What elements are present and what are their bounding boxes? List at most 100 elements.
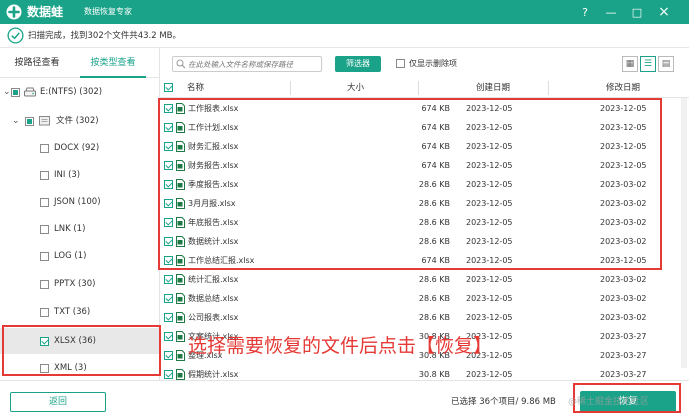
annotation-box-xlsx bbox=[2, 325, 161, 376]
close-button[interactable]: × bbox=[655, 3, 673, 21]
type-checkbox[interactable] bbox=[40, 280, 49, 289]
type-label: TXT (36) bbox=[54, 307, 91, 317]
cell-modified: 2023-03-27 bbox=[600, 332, 647, 341]
maximize-icon: □ bbox=[631, 5, 643, 19]
back-button[interactable]: 返回 bbox=[10, 392, 106, 412]
xlsx-file-icon bbox=[176, 369, 185, 380]
view-tabs: 按路径查看 按类型查看 bbox=[0, 48, 160, 78]
cell-created: 2023-12-05 bbox=[466, 275, 513, 284]
search-icon bbox=[176, 59, 186, 69]
xlsx-file-icon bbox=[176, 331, 185, 342]
row-checkbox[interactable] bbox=[164, 351, 173, 360]
selection-info: 已选择 36个项目/ 9.86 MB bbox=[451, 397, 556, 407]
xlsx-file-icon bbox=[176, 293, 185, 304]
cell-name: 数据总结.xlsx bbox=[188, 294, 239, 303]
type-checkbox[interactable] bbox=[40, 198, 49, 207]
chevron-down-icon[interactable]: ⌄ bbox=[3, 86, 11, 98]
search-input[interactable] bbox=[188, 57, 318, 71]
watermark: @稀土掘金技术社区 bbox=[568, 397, 650, 407]
cell-name: 假期统计.xlsx bbox=[188, 370, 239, 379]
tree-type-lnk[interactable]: LNK (1) bbox=[0, 217, 159, 241]
scan-complete-icon bbox=[7, 27, 24, 44]
type-label: INI (3) bbox=[54, 170, 81, 180]
scan-status-text: 扫描完成，找到302个文件共43.2 MB。 bbox=[28, 31, 182, 41]
cell-modified: 2023-03-27 bbox=[600, 351, 647, 360]
only-deleted-checkbox[interactable] bbox=[396, 59, 405, 68]
grid-icon: ▦ bbox=[625, 59, 635, 69]
annotation-box-files bbox=[158, 98, 662, 270]
type-label: JSON (100) bbox=[54, 197, 101, 207]
type-label: LNK (1) bbox=[54, 224, 86, 234]
tree-type-log[interactable]: LOG (1) bbox=[0, 244, 159, 268]
table-header: 名称 大小 创建日期 修改日期 bbox=[160, 78, 689, 98]
chevron-down-icon[interactable]: ⌄ bbox=[12, 115, 20, 127]
app-name: 数据蛙 bbox=[27, 5, 64, 19]
header-size[interactable]: 大小 bbox=[347, 82, 364, 94]
app-logo-icon bbox=[6, 4, 22, 20]
type-checkbox[interactable] bbox=[40, 252, 49, 261]
header-divider bbox=[548, 81, 549, 95]
tree-type-txt[interactable]: TXT (36) bbox=[0, 300, 159, 324]
row-checkbox[interactable] bbox=[164, 275, 173, 284]
xlsx-file-icon bbox=[176, 350, 185, 361]
only-deleted-label: 仅显示删除项 bbox=[409, 59, 457, 68]
maximize-button[interactable]: □ bbox=[628, 3, 646, 21]
cell-modified: 2023-03-02 bbox=[600, 313, 647, 322]
cell-created: 2023-12-05 bbox=[466, 313, 513, 322]
table-row[interactable]: 数据总结.xlsx 28.6 KB 2023-12-05 2023-03-02 bbox=[160, 289, 689, 308]
help-button[interactable]: ? bbox=[576, 3, 594, 21]
tree-type-json[interactable]: JSON (100) bbox=[0, 190, 159, 214]
tree-folder[interactable]: ⌄ 文件 (302) bbox=[0, 109, 159, 133]
title-bar: 数据蛙 数据恢复专家 ? — □ × bbox=[0, 0, 689, 24]
cell-created: 2023-12-05 bbox=[466, 294, 513, 303]
minimize-icon: — bbox=[605, 5, 617, 19]
folder-checkbox[interactable] bbox=[25, 117, 34, 126]
tree-type-pptx[interactable]: PPTX (30) bbox=[0, 272, 159, 296]
close-icon: × bbox=[658, 4, 670, 20]
table-row[interactable]: 假期统计.xlsx 30.8 KB 2023-12-05 2023-03-27 bbox=[160, 365, 689, 380]
folder-label: 文件 (302) bbox=[56, 116, 99, 126]
select-all-checkbox[interactable] bbox=[164, 83, 173, 92]
cell-name: 公司报表.xlsx bbox=[188, 313, 239, 322]
view-grid-button[interactable]: ▦ bbox=[622, 56, 638, 72]
type-checkbox[interactable] bbox=[40, 225, 49, 234]
type-label: PPTX (30) bbox=[54, 279, 96, 289]
header-name[interactable]: 名称 bbox=[187, 82, 204, 94]
cell-size: 30.8 KB bbox=[418, 370, 450, 379]
tree-type-docx[interactable]: DOCX (92) bbox=[0, 136, 159, 160]
search-box bbox=[172, 56, 322, 72]
filter-button[interactable]: 筛选器 bbox=[335, 56, 381, 72]
table-row[interactable]: 公司报表.xlsx 28.6 KB 2023-12-05 2023-03-02 bbox=[160, 308, 689, 327]
scan-status-bar: 扫描完成，找到302个文件共43.2 MB。 bbox=[0, 24, 689, 48]
list-icon: ☰ bbox=[643, 59, 653, 69]
row-checkbox[interactable] bbox=[164, 332, 173, 341]
folder-icon bbox=[39, 116, 50, 126]
header-created[interactable]: 创建日期 bbox=[476, 82, 510, 94]
type-checkbox[interactable] bbox=[40, 144, 49, 153]
table-row[interactable]: 统计汇报.xlsx 28.6 KB 2023-12-05 2023-03-02 bbox=[160, 270, 689, 289]
type-checkbox[interactable] bbox=[40, 308, 49, 317]
cell-size: 28.6 KB bbox=[418, 275, 450, 284]
row-checkbox[interactable] bbox=[164, 370, 173, 379]
view-list-button[interactable]: ☰ bbox=[640, 56, 656, 72]
header-modified[interactable]: 修改日期 bbox=[606, 82, 640, 94]
drive-checkbox[interactable] bbox=[11, 88, 20, 97]
header-divider bbox=[418, 81, 419, 95]
drive-icon bbox=[24, 87, 36, 97]
cell-created: 2023-12-05 bbox=[466, 370, 513, 379]
xlsx-file-icon bbox=[176, 312, 185, 323]
file-toolbar: 筛选器 仅显示删除项 ▦ ☰ ▤ bbox=[160, 48, 689, 78]
detail-view-icon: ▤ bbox=[661, 59, 671, 69]
row-checkbox[interactable] bbox=[164, 313, 173, 322]
tree-type-ini[interactable]: INI (3) bbox=[0, 163, 159, 187]
app-subtitle: 数据恢复专家 bbox=[84, 7, 132, 16]
view-detail-button[interactable]: ▤ bbox=[658, 56, 674, 72]
cell-modified: 2023-03-27 bbox=[600, 370, 647, 379]
tree-drive[interactable]: ⌄ E:(NTFS) (302) bbox=[0, 80, 159, 104]
tab-by-path[interactable]: 按路径查看 bbox=[4, 48, 70, 78]
table-scrollbar[interactable] bbox=[681, 98, 687, 368]
tab-by-type[interactable]: 按类型查看 bbox=[80, 48, 146, 78]
row-checkbox[interactable] bbox=[164, 294, 173, 303]
type-checkbox[interactable] bbox=[40, 171, 49, 180]
minimize-button[interactable]: — bbox=[602, 3, 620, 21]
